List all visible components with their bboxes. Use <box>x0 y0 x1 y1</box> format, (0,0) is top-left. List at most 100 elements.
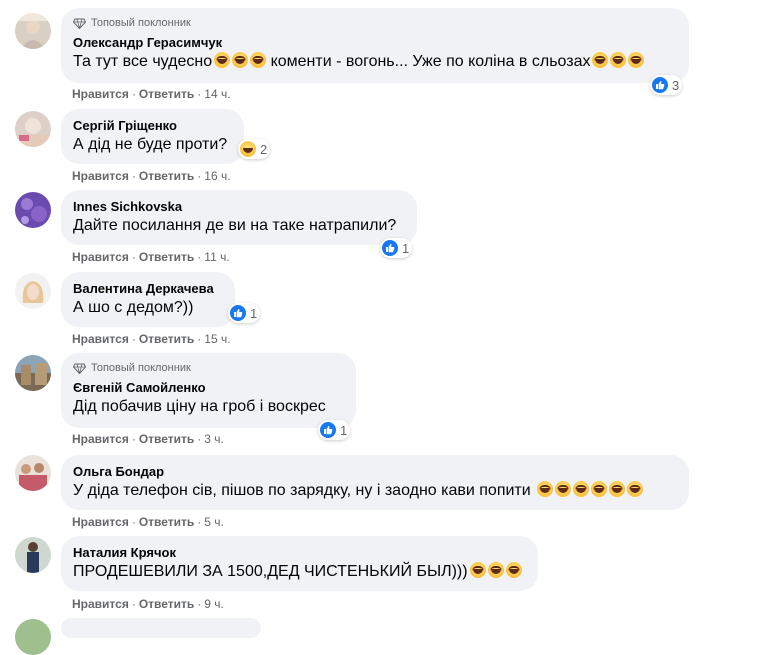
comment-timestamp[interactable]: 3 ч. <box>204 432 224 446</box>
separator: · <box>197 597 202 611</box>
like-button[interactable]: Нравится <box>72 250 129 264</box>
comment-text: У діда телефон сів, пішов по зарядку, ну… <box>73 480 677 501</box>
comment-text: ПРОДЕШЕВИЛИ ЗА 1500,ДЕД ЧИСТЕНЬКИЙ БЫЛ))… <box>73 561 526 582</box>
laugh-emoji-icon <box>573 481 590 497</box>
reply-button[interactable]: Ответить <box>139 87 194 101</box>
comment-author[interactable]: Сергій Гріщенко <box>73 117 232 134</box>
comment-author[interactable]: Олександр Герасимчук <box>73 34 677 51</box>
separator: · <box>131 332 136 346</box>
reaction-count[interactable]: 1 <box>228 303 261 323</box>
comment-actions: Нравится · Ответить · 11 ч. <box>72 250 230 264</box>
comment-text: А шо с дедом?)) <box>73 299 194 316</box>
like-icon <box>230 305 246 321</box>
avatar[interactable] <box>15 619 51 655</box>
reaction-count[interactable]: 3 <box>650 75 683 95</box>
comment-text-part: У діда телефон сів, пішов по зарядку, ну… <box>73 482 531 499</box>
separator: · <box>131 87 136 101</box>
like-icon <box>320 422 336 438</box>
reaction-count-number: 1 <box>250 305 258 321</box>
comment-bubble: Innes Sichkovska Дайте посилання де ви н… <box>61 190 417 245</box>
like-icon <box>652 77 668 93</box>
avatar[interactable] <box>15 355 51 391</box>
separator: · <box>131 250 136 264</box>
like-button[interactable]: Нравится <box>72 169 129 183</box>
comment-author[interactable]: Innes Sichkovska <box>73 198 405 215</box>
laugh-emoji-icon <box>505 562 522 578</box>
avatar[interactable] <box>15 273 51 309</box>
laugh-emoji-icon <box>537 481 554 497</box>
comment-actions: Нравится · Ответить · 14 ч. <box>72 87 231 101</box>
comment-bubble: Валентина Деркачева А шо с дедом?)) <box>61 272 235 327</box>
separator: · <box>131 597 136 611</box>
comment-text-part: ПРОДЕШЕВИЛИ ЗА 1500,ДЕД ЧИСТЕНЬКИЙ БЫЛ))… <box>73 563 468 580</box>
comment-actions: Нравится · Ответить · 5 ч. <box>72 515 224 529</box>
comment-bubble: Сергій Гріщенко А дід не буде проти? <box>61 109 244 164</box>
avatar[interactable] <box>15 192 51 228</box>
separator: · <box>131 169 136 183</box>
laugh-emoji-icon <box>555 481 572 497</box>
comment-timestamp[interactable]: 5 ч. <box>204 515 224 529</box>
comment-actions: Нравится · Ответить · 15 ч. <box>72 332 231 346</box>
like-button[interactable]: Нравится <box>72 87 129 101</box>
like-button[interactable]: Нравится <box>72 332 129 346</box>
top-fan-badge[interactable]: Топовый поклонник <box>73 361 344 375</box>
separator: · <box>197 250 202 264</box>
like-button[interactable]: Нравится <box>72 432 129 446</box>
reaction-count-number: 2 <box>260 141 268 157</box>
separator: · <box>131 515 136 529</box>
rofl-emoji-icon <box>214 52 231 68</box>
comment-bubble <box>61 618 261 638</box>
comment-author[interactable]: Валентина Деркачева <box>73 280 223 297</box>
laugh-emoji-icon <box>627 481 644 497</box>
reaction-count[interactable]: 1 <box>380 238 413 258</box>
separator: · <box>197 332 202 346</box>
laugh-emoji-icon <box>469 562 486 578</box>
comment-author[interactable]: Ольга Бондар <box>73 463 677 480</box>
comment-actions: Нравится · Ответить · 9 ч. <box>72 597 224 611</box>
comment-text: Дід побачив ціну на гроб і воскрес <box>73 398 326 415</box>
comment-author[interactable]: Наталия Крячок <box>73 544 526 561</box>
rofl-emoji-icon <box>232 52 249 68</box>
separator: · <box>197 169 202 183</box>
reaction-count-number: 1 <box>402 240 410 256</box>
top-fan-label: Топовый поклонник <box>91 362 191 374</box>
top-fan-label: Топовый поклонник <box>91 17 191 29</box>
avatar[interactable] <box>15 537 51 573</box>
like-icon <box>382 240 398 256</box>
like-button[interactable]: Нравится <box>72 515 129 529</box>
comment-timestamp[interactable]: 14 ч. <box>204 87 230 101</box>
reply-button[interactable]: Ответить <box>139 597 194 611</box>
comment-text-part: Та тут все чудесно <box>73 53 213 70</box>
separator: · <box>197 432 202 446</box>
comment-bubble: Наталия Крячок ПРОДЕШЕВИЛИ ЗА 1500,ДЕД Ч… <box>61 536 538 591</box>
diamond-icon <box>73 18 86 29</box>
laugh-emoji-icon <box>628 52 645 68</box>
reply-button[interactable]: Ответить <box>139 169 194 183</box>
comment-bubble: Ольга Бондар У діда телефон сів, пішов п… <box>61 455 689 510</box>
comment-timestamp[interactable]: 11 ч. <box>204 250 229 264</box>
comment-text-part: коменти - вогонь... Уже по коліна в сльо… <box>266 53 591 70</box>
comment-timestamp[interactable]: 16 ч. <box>204 169 230 183</box>
top-fan-badge[interactable]: Топовый поклонник <box>73 16 677 30</box>
rofl-emoji-icon <box>250 52 267 68</box>
reply-button[interactable]: Ответить <box>139 515 194 529</box>
comment-timestamp[interactable]: 9 ч. <box>204 597 224 611</box>
like-button[interactable]: Нравится <box>72 597 129 611</box>
comment-text: А дід не буде проти? <box>73 136 228 153</box>
separator: · <box>131 432 136 446</box>
reply-button[interactable]: Ответить <box>139 332 194 346</box>
reply-button[interactable]: Ответить <box>139 432 194 446</box>
comment-author[interactable]: Євгеній Самойленко <box>73 379 344 396</box>
reply-button[interactable]: Ответить <box>139 250 194 264</box>
avatar[interactable] <box>15 455 51 491</box>
haha-icon <box>240 141 256 157</box>
reaction-count[interactable]: 1 <box>318 420 351 440</box>
laugh-emoji-icon <box>592 52 609 68</box>
avatar[interactable] <box>15 13 51 49</box>
reaction-count[interactable]: 2 <box>238 139 271 159</box>
comment-text: Та тут все чудесно коменти - вогонь... У… <box>73 51 677 72</box>
comment-timestamp[interactable]: 15 ч. <box>204 332 230 346</box>
laugh-emoji-icon <box>487 562 504 578</box>
avatar[interactable] <box>15 111 51 147</box>
laugh-emoji-icon <box>609 481 626 497</box>
